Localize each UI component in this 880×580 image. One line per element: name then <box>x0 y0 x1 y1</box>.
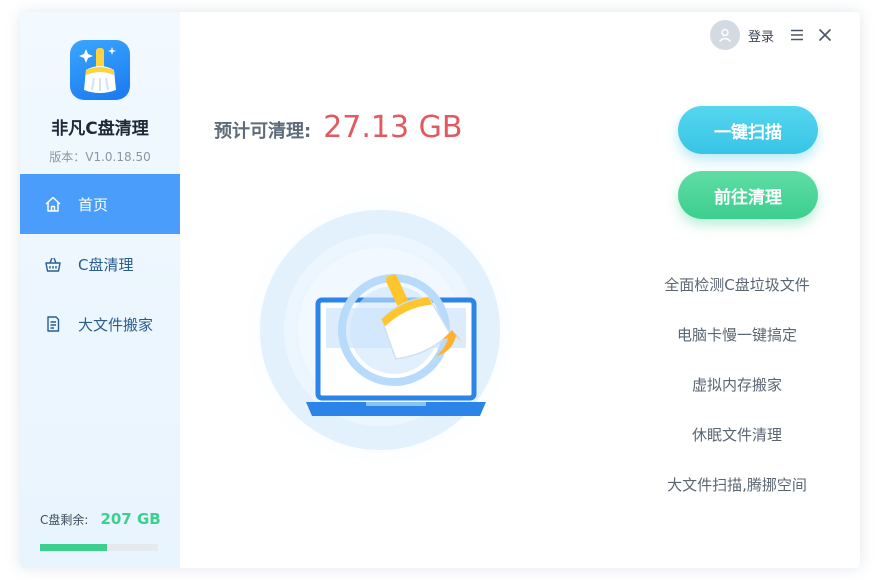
one-click-scan-button[interactable]: 一键扫描 <box>678 106 818 154</box>
feature-item: 大文件扫描,腾挪空间 <box>667 476 807 494</box>
estimate-row: 预计可清理: 27.13 GB <box>214 110 462 145</box>
sidebar-item-large-file-move[interactable]: 大文件搬家 <box>20 294 180 354</box>
app-title: 非凡C盘清理 <box>51 119 149 139</box>
sidebar-item-label: C盘清理 <box>78 255 134 274</box>
laptop-broom-icon <box>238 188 522 472</box>
user-icon <box>718 28 732 42</box>
menu-icon[interactable] <box>790 27 804 41</box>
app-logo <box>70 40 130 100</box>
feature-item: 休眠文件清理 <box>691 426 782 444</box>
sidebar-nav: 首页 C盘清理 大文件搬家 <box>20 174 180 354</box>
sidebar-item-label: 首页 <box>78 195 109 214</box>
feature-item: 电脑卡慢一键搞定 <box>676 326 797 344</box>
disk-remaining: C盘剩余: 207 GB <box>40 510 170 528</box>
go-clean-button[interactable]: 前往清理 <box>678 171 818 219</box>
broom-logo-icon <box>79 47 116 93</box>
sidebar-item-home[interactable]: 首页 <box>20 174 180 234</box>
document-icon <box>44 315 62 333</box>
feature-item: 全面检测C盘垃圾文件 <box>664 276 810 294</box>
app-version: 版本：V1.0.18.50 <box>49 150 151 164</box>
home-icon <box>44 195 62 213</box>
feature-list: 全面检测C盘垃圾文件 电脑卡慢一键搞定 虚拟内存搬家 休眠文件清理 大文件扫描,… <box>640 274 834 524</box>
estimate-value: 27.13 GB <box>323 110 463 145</box>
login-link[interactable]: 登录 <box>748 26 774 45</box>
sidebar: 非凡C盘清理 版本：V1.0.18.50 首页 C盘清理 大文件搬家 C盘剩余:… <box>20 12 180 568</box>
close-icon[interactable] <box>818 27 832 42</box>
disk-usage-fill <box>40 544 108 551</box>
disk-remaining-label: C盘剩余: <box>40 513 89 527</box>
estimate-label: 预计可清理: <box>214 121 312 142</box>
basket-icon <box>44 255 62 273</box>
sidebar-item-label: 大文件搬家 <box>78 315 154 334</box>
cleaning-illustration <box>230 180 530 480</box>
app-window: 非凡C盘清理 版本：V1.0.18.50 首页 C盘清理 大文件搬家 C盘剩余:… <box>20 12 860 568</box>
feature-item: 虚拟内存搬家 <box>691 376 782 394</box>
disk-usage-bar <box>40 544 158 551</box>
disk-remaining-value: 207 GB <box>100 510 161 528</box>
sidebar-item-c-drive-clean[interactable]: C盘清理 <box>20 234 180 294</box>
avatar[interactable] <box>710 20 740 50</box>
